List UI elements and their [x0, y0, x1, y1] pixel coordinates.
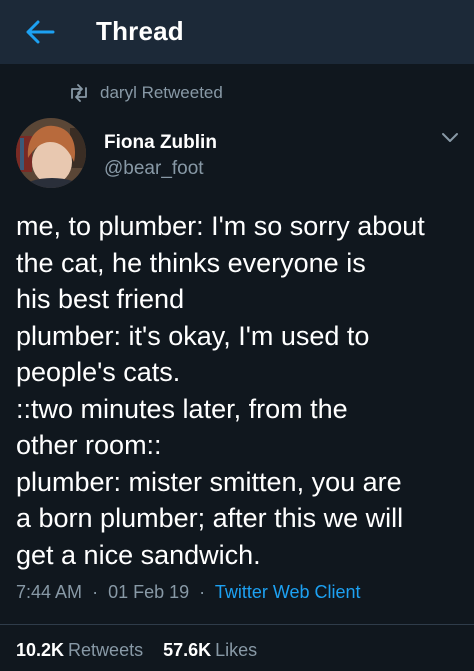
- retweet-context-text[interactable]: daryl Retweeted: [100, 83, 223, 103]
- tweet-text: me, to plumber: I'm so sorry about the c…: [16, 208, 462, 573]
- retweets-stat[interactable]: 10.2K Retweets: [16, 640, 143, 661]
- retweets-label: Retweets: [68, 640, 144, 660]
- tweet-meta: 7:44 AM · 01 Feb 19 · Twitter Web Client: [16, 582, 361, 608]
- retweet-context: daryl Retweeted: [68, 80, 223, 106]
- top-bar: Thread: [0, 0, 474, 64]
- arrow-left-icon: [26, 20, 55, 44]
- back-button[interactable]: [20, 14, 60, 50]
- author-handle[interactable]: @bear_foot: [104, 158, 204, 180]
- tweet-line: me, to plumber: I'm so sorry about: [16, 211, 425, 241]
- tweet-time[interactable]: 7:44 AM: [16, 582, 82, 602]
- meta-separator: ·: [92, 582, 99, 602]
- divider: [0, 624, 474, 625]
- page-title: Thread: [96, 16, 184, 46]
- tweet-menu-button[interactable]: [440, 130, 460, 146]
- tweet-line: other room::: [16, 430, 162, 460]
- chevron-down-icon: [442, 133, 458, 142]
- tweet-stats: 10.2K Retweets 57.6K Likes: [16, 640, 277, 666]
- tweet-line: ::two minutes later, from the: [16, 393, 348, 424]
- likes-stat[interactable]: 57.6K Likes: [163, 640, 257, 661]
- client-link[interactable]: Twitter Web Client: [215, 582, 361, 602]
- likes-count: 57.6K: [163, 640, 212, 660]
- tweet-line: his best friend: [16, 284, 185, 314]
- tweet-line: the cat, he thinks everyone is: [16, 247, 366, 278]
- tweet-line: plumber: mister smitten, you are: [16, 466, 402, 497]
- retweet-icon: [68, 84, 90, 102]
- retweets-count: 10.2K: [16, 640, 65, 660]
- tweet-date[interactable]: 01 Feb 19: [108, 582, 189, 602]
- avatar[interactable]: [16, 118, 86, 188]
- tweet-line: get a nice sandwich.: [16, 539, 261, 570]
- tweet-line: a born plumber; after this we will: [16, 503, 404, 533]
- tweet-line: plumber: it's okay, I'm used to: [16, 320, 370, 351]
- author-name[interactable]: Fiona Zublin: [104, 132, 217, 154]
- tweet-line: people's cats.: [16, 357, 181, 387]
- likes-label: Likes: [215, 640, 258, 660]
- meta-separator: ·: [199, 582, 206, 602]
